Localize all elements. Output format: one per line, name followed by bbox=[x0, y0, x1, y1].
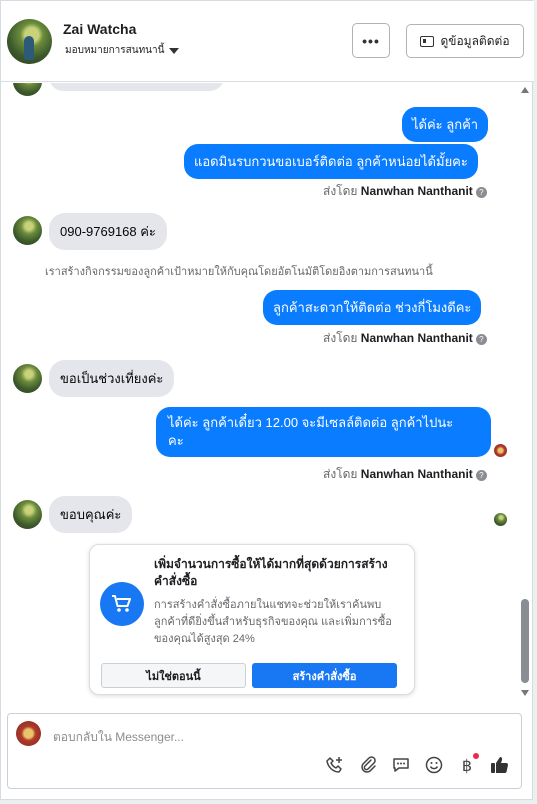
messenger-conversation-panel: Zai Watcha มอบหมายการสนทนานี้ ••• ดูข้อม… bbox=[0, 0, 534, 800]
seen-by-avatar bbox=[494, 513, 507, 526]
contact-card-icon bbox=[420, 35, 435, 47]
scrollbar-thumb[interactable] bbox=[521, 599, 529, 683]
reply-composer: ตอบกลับใน Messenger... ฿ bbox=[7, 713, 522, 789]
thumbs-up-icon[interactable] bbox=[489, 754, 511, 776]
contact-avatar[interactable] bbox=[7, 19, 52, 64]
message-bubble-incoming: ขอเป็นช่วงเที่ยงค่ะ bbox=[49, 360, 175, 397]
sent-by-label: ส่งโดย Nanwhan Nanthanit? bbox=[323, 329, 487, 348]
help-icon[interactable]: ? bbox=[475, 334, 487, 345]
sender-name: Nanwhan Nanthanit bbox=[360, 331, 473, 345]
message-bubble-outgoing: ลูกค้าสะดวกให้ติดต่อ ช่วงกี่โมงดีคะ bbox=[263, 290, 482, 325]
system-notice: เราสร้างกิจกรรมของลูกค้าเป้าหมายให้กับคุ… bbox=[45, 266, 433, 278]
message-bubble-outgoing: แอดมินรบกวนขอเบอร์ติดต่อ ลูกค้าหน่อยได้ม… bbox=[184, 144, 478, 179]
emoji-icon[interactable] bbox=[423, 754, 445, 776]
message-line: คะ bbox=[168, 433, 184, 448]
sent-by-label: ส่งโดย Nanwhan Nanthanit? bbox=[323, 465, 487, 484]
message-line: ได้ค่ะ ลูกค้าเดี๋ยว 12.00 จะมีเซลล์ติดต่… bbox=[168, 415, 454, 430]
reply-input[interactable]: ตอบกลับใน Messenger... bbox=[53, 728, 184, 747]
assign-label: มอบหมายการสนทนานี้ bbox=[65, 45, 165, 56]
message-bubble-incoming: ขอบคุณค่ะ bbox=[49, 496, 133, 533]
cart-icon bbox=[100, 582, 144, 626]
contact-name[interactable]: Zai Watcha bbox=[63, 21, 136, 37]
message-bubble-incoming-partial bbox=[49, 83, 224, 91]
assign-conversation-dropdown[interactable]: มอบหมายการสนทนานี้ bbox=[65, 43, 180, 58]
create-order-button[interactable]: สร้างคำสั่งซื้อ bbox=[252, 663, 397, 688]
scroll-down-arrow-icon[interactable] bbox=[521, 690, 529, 696]
contact-avatar-small bbox=[13, 83, 42, 96]
baht-icon[interactable]: ฿ bbox=[456, 753, 479, 776]
seen-by-avatar bbox=[494, 444, 507, 457]
not-now-button[interactable]: ไม่ใช่ตอนนี้ bbox=[101, 663, 246, 688]
sent-by-label: ส่งโดย Nanwhan Nanthanit? bbox=[323, 182, 487, 201]
notification-dot bbox=[473, 753, 479, 759]
sent-by-prefix: ส่งโดย bbox=[323, 184, 358, 198]
chevron-down-icon bbox=[169, 47, 180, 54]
contact-avatar-small bbox=[13, 216, 42, 245]
promo-description: การสร้างคำสั่งซื้อภายในแชทจะช่วยให้เราค้… bbox=[154, 599, 392, 645]
saved-reply-icon[interactable] bbox=[390, 754, 412, 776]
sent-by-prefix: ส่งโดย bbox=[323, 331, 358, 345]
contact-avatar-small bbox=[13, 500, 42, 529]
sender-name: Nanwhan Nanthanit bbox=[360, 184, 473, 198]
contact-avatar-small bbox=[13, 364, 42, 393]
sent-by-prefix: ส่งโดย bbox=[323, 467, 358, 481]
create-order-promo-card: เพิ่มจำนวนการซื้อให้ได้มากที่สุดด้วยการส… bbox=[89, 544, 415, 695]
help-icon[interactable]: ? bbox=[475, 470, 487, 481]
phone-add-icon[interactable] bbox=[324, 754, 346, 776]
help-icon[interactable]: ? bbox=[475, 187, 487, 198]
more-options-button[interactable]: ••• bbox=[352, 23, 390, 58]
sender-name: Nanwhan Nanthanit bbox=[360, 467, 473, 481]
composer-toolbar: ฿ bbox=[324, 753, 511, 776]
attach-icon[interactable] bbox=[357, 754, 379, 776]
message-bubble-outgoing-multiline: ได้ค่ะ ลูกค้าเดี๋ยว 12.00 จะมีเซลล์ติดต่… bbox=[156, 407, 491, 457]
promo-title: เพิ่มจำนวนการซื้อให้ได้มากที่สุดด้วยการส… bbox=[154, 557, 388, 588]
message-bubble-outgoing: ได้ค่ะ ลูกค้า bbox=[402, 107, 489, 142]
scroll-up-arrow-icon[interactable] bbox=[521, 87, 529, 93]
view-contact-label: ดูข้อมูลติดต่อ bbox=[440, 33, 510, 48]
conversation-header: Zai Watcha มอบหมายการสนทนานี้ ••• ดูข้อม… bbox=[1, 1, 534, 82]
message-bubble-incoming: 090-9769168 ค่ะ bbox=[49, 213, 167, 250]
page-avatar bbox=[16, 721, 41, 746]
view-contact-button[interactable]: ดูข้อมูลติดต่อ bbox=[406, 24, 524, 58]
